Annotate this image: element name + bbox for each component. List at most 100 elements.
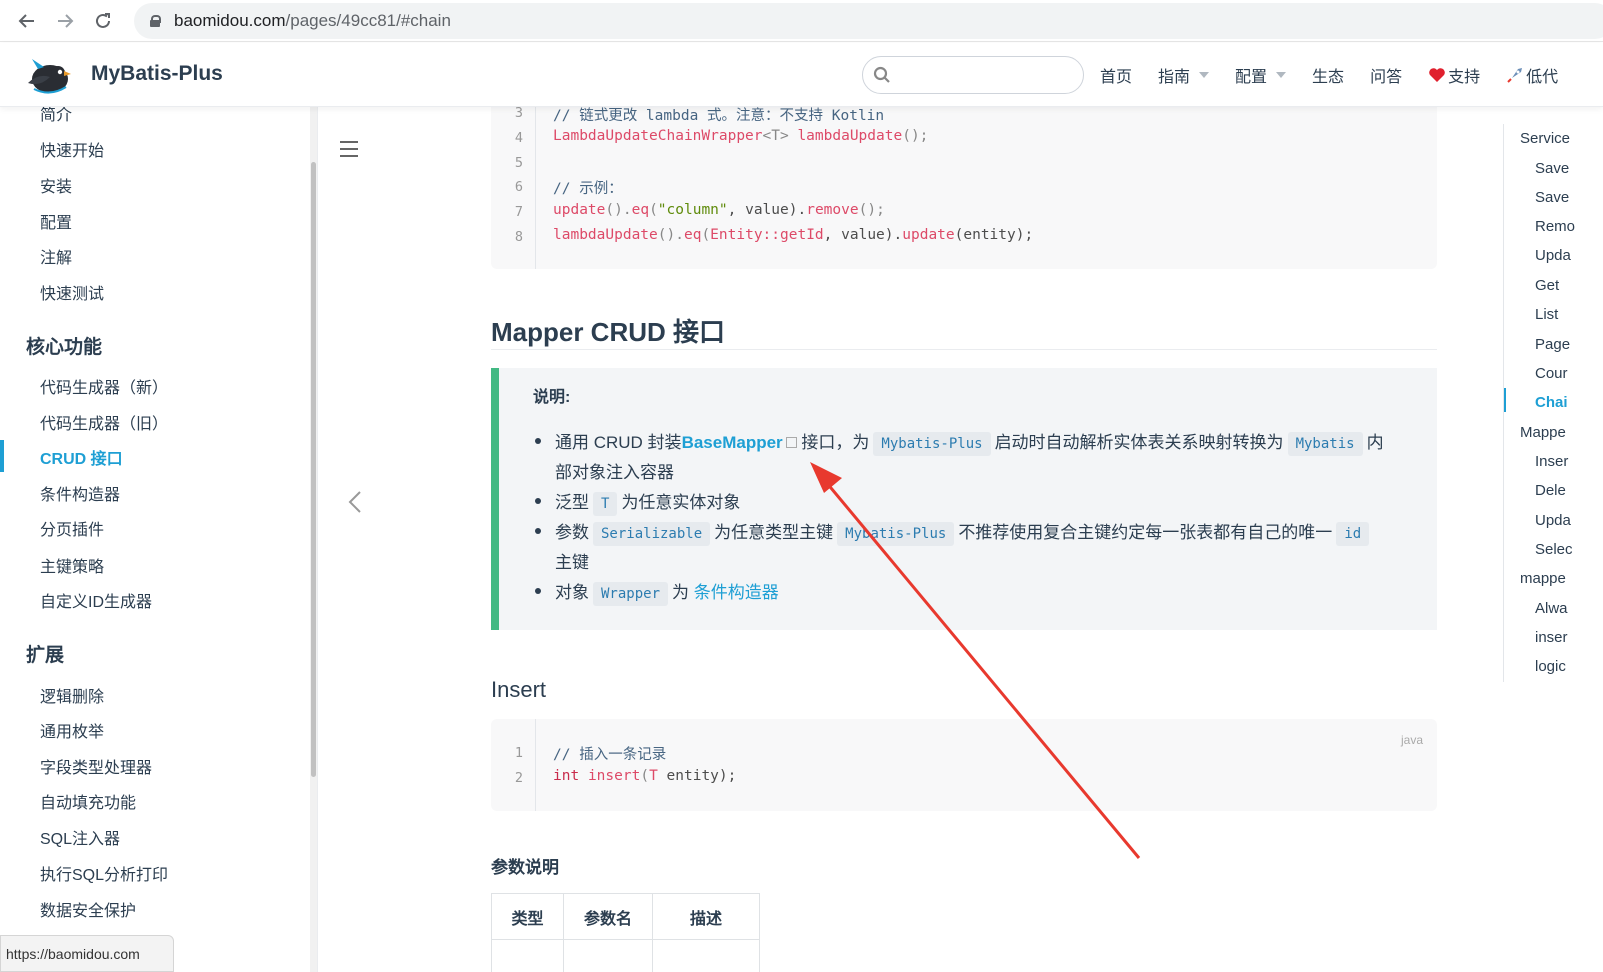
code-token: (entity);: [954, 227, 1034, 243]
sidebar-item-install[interactable]: 安装: [40, 173, 72, 197]
toc-item[interactable]: Selec: [1535, 541, 1573, 558]
code-token: "column": [657, 202, 728, 218]
nav-guide-label: 指南: [1158, 67, 1191, 86]
sidebar-item-codegen-old[interactable]: 代码生成器（旧）: [40, 410, 168, 434]
toc-item[interactable]: inser: [1535, 629, 1568, 646]
code-block-insert: java 1 2 // 插入一条记录 int insert(T entity);: [491, 719, 1437, 811]
code-block-chain: 3 4 5 6 7 8 // 链式更改 lambda 式。注意：不支持 Kotl…: [491, 96, 1437, 269]
basemapper-link[interactable]: BaseMapper: [682, 433, 783, 452]
code-line: // 链式更改 lambda 式。注意：不支持 Kotlin: [553, 108, 885, 124]
tip-title: 说明:: [533, 389, 571, 406]
code-token: , value).: [823, 227, 903, 243]
code-line: // 插入一条记录: [553, 747, 667, 763]
tip-line-4: 对象 Wrapper 为 条件构造器: [555, 578, 779, 606]
tip-text: 接口，为: [801, 433, 870, 452]
sidebar-item-pagination[interactable]: 分页插件: [40, 516, 104, 540]
address-bar[interactable]: baomidou.com/pages/49cc81/#chain: [134, 3, 1603, 39]
toc-item[interactable]: Service: [1520, 130, 1570, 147]
url-text: baomidou.com/pages/49cc81/#chain: [174, 11, 451, 31]
toc-active-indicator: [1504, 388, 1506, 412]
chevron-left-icon[interactable]: [348, 490, 362, 514]
search-input[interactable]: [899, 57, 1079, 91]
toc-item[interactable]: Upda: [1535, 247, 1571, 264]
hamburger-menu-icon[interactable]: [340, 141, 358, 157]
line-number: 4: [514, 130, 523, 146]
search-box[interactable]: [862, 56, 1084, 94]
nav-guide[interactable]: 指南: [1158, 63, 1210, 87]
toc-item[interactable]: Remo: [1535, 218, 1575, 235]
nav-config-label: 配置: [1235, 67, 1268, 86]
tip-line-1: 通用 CRUD 封装BaseMapper 接口，为 Mybatis-Plus 启动时…: [555, 428, 1384, 456]
reload-icon[interactable]: [84, 2, 122, 40]
tip-text: 对象: [555, 583, 589, 602]
sidebar-item-quickstart[interactable]: 快速开始: [40, 137, 104, 161]
sidebar-item-autofill[interactable]: 自动填充功能: [40, 789, 136, 813]
link-status-tooltip: https://baomidou.com: [0, 935, 174, 972]
toc-item[interactable]: Inser: [1535, 453, 1568, 470]
chevron-down-icon: [1199, 72, 1210, 78]
sidebar-item-wrapper[interactable]: 条件构造器: [40, 481, 120, 505]
code-token: int: [553, 768, 580, 784]
sidebar-item-crud[interactable]: CRUD 接口: [40, 445, 123, 469]
bullet-dot: [535, 498, 541, 504]
nav-lowcode[interactable]: 低代: [1506, 63, 1558, 87]
toc-item[interactable]: Upda: [1535, 512, 1571, 529]
inline-code: Wrapper: [593, 582, 669, 606]
toc-item[interactable]: Dele: [1535, 482, 1566, 499]
sidebar-scrollbar[interactable]: [311, 162, 316, 777]
code-token: Entity::getId: [710, 227, 824, 243]
sidebar-item-sql-injector[interactable]: SQL注入器: [40, 825, 120, 849]
sidebar-item-annotation[interactable]: 注解: [40, 244, 72, 268]
nav-home[interactable]: 首页: [1100, 63, 1132, 87]
toc-item[interactable]: Mappe: [1520, 424, 1566, 441]
sidebar-active-indicator: [0, 440, 4, 472]
code-line: LambdaUpdateChainWrapper<T> lambdaUpdate…: [553, 128, 928, 144]
sidebar-item-intro[interactable]: 简介: [40, 107, 72, 125]
sidebar-item-data-security[interactable]: 数据安全保护: [40, 897, 136, 921]
sidebar-item-enum[interactable]: 通用枚举: [40, 718, 104, 742]
toc-item[interactable]: List: [1535, 306, 1558, 323]
table-row: [491, 939, 760, 972]
sidebar-item-codegen-new[interactable]: 代码生成器（新）: [40, 374, 168, 398]
toc-item[interactable]: Get: [1535, 277, 1559, 294]
sidebar-item-sql-print[interactable]: 执行SQL分析打印: [40, 861, 168, 885]
forward-arrow-icon[interactable]: [46, 2, 84, 40]
section-title-mapper-crud: Mapper CRUD 接口: [491, 317, 726, 347]
bullet-dot: [535, 438, 541, 444]
nav-ecosystem[interactable]: 生态: [1312, 63, 1344, 87]
code-token: (: [649, 202, 658, 218]
toc-item[interactable]: Cour: [1535, 365, 1568, 382]
toc-item[interactable]: logic: [1535, 658, 1566, 675]
sidebar-item-config[interactable]: 配置: [40, 209, 72, 233]
toc-item[interactable]: Alwa: [1535, 600, 1568, 617]
mybatis-bird-logo[interactable]: [24, 53, 72, 97]
table-header: 描述: [652, 893, 760, 940]
nav-faq[interactable]: 问答: [1370, 63, 1402, 87]
nav-support-label: 支持: [1448, 67, 1481, 86]
toc-item[interactable]: Save: [1535, 189, 1569, 206]
sidebar-item-quicktest[interactable]: 快速测试: [40, 280, 104, 304]
line-number: 8: [514, 229, 523, 245]
params-table: 类型 参数名 描述: [491, 893, 760, 972]
sidebar-item-logic-delete[interactable]: 逻辑删除: [40, 683, 104, 707]
wrapper-link[interactable]: 条件构造器: [694, 583, 779, 602]
bullet-dot: [535, 588, 541, 594]
toc-item[interactable]: Save: [1535, 160, 1569, 177]
sidebar-item-idgen[interactable]: 自定义ID生成器: [40, 588, 152, 612]
search-icon: [873, 66, 890, 83]
toc-item[interactable]: Chai: [1535, 394, 1568, 411]
sidebar: 简介 快速开始 安装 配置 注解 快速测试 核心功能 代码生成器（新） 代码生成…: [0, 107, 318, 972]
tip-line-3-cont: 主键: [555, 553, 589, 572]
url-domain: baomidou.com: [174, 11, 286, 30]
nav-support[interactable]: 支持: [1428, 63, 1480, 87]
line-number: 3: [514, 105, 523, 121]
toc-item[interactable]: Page: [1535, 336, 1570, 353]
site-title[interactable]: MyBatis-Plus: [91, 62, 223, 86]
sidebar-item-typehandler[interactable]: 字段类型处理器: [40, 754, 152, 778]
toc-item[interactable]: mappe: [1520, 570, 1566, 587]
sidebar-item-keygen[interactable]: 主键策略: [40, 553, 104, 577]
tip-line-1-cont: 部对象注入容器: [555, 463, 674, 482]
code-token: entity);: [657, 768, 737, 784]
back-arrow-icon[interactable]: [8, 2, 46, 40]
nav-config[interactable]: 配置: [1235, 63, 1287, 87]
